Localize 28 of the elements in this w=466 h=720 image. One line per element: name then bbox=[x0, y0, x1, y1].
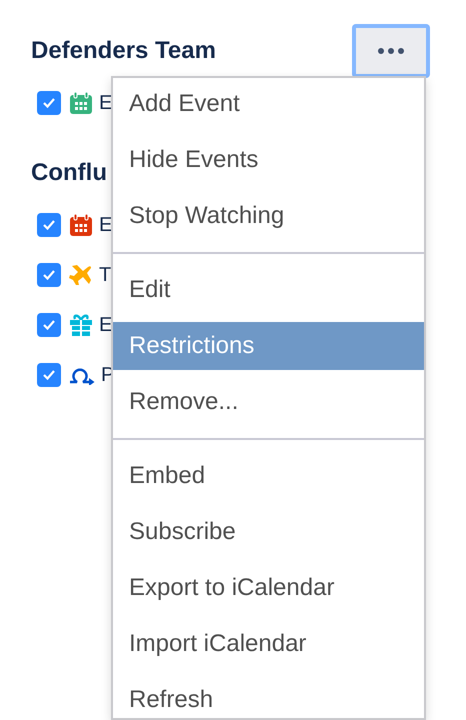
calendar-name[interactable]: E bbox=[99, 210, 112, 240]
menu-item[interactable]: Hide Events bbox=[113, 136, 424, 184]
menu-item[interactable]: Subscribe bbox=[113, 508, 424, 556]
checkbox[interactable] bbox=[37, 363, 61, 387]
menu-item[interactable]: Refresh bbox=[113, 676, 424, 718]
check-icon bbox=[42, 219, 56, 231]
more-button[interactable] bbox=[352, 24, 430, 78]
checkbox[interactable] bbox=[37, 313, 61, 337]
menu-item[interactable]: Remove... bbox=[113, 378, 424, 426]
calendar-name[interactable]: E bbox=[99, 310, 112, 340]
section-heading: Conflu bbox=[31, 158, 107, 188]
menu-item[interactable]: Import iCalendar bbox=[113, 620, 424, 668]
calendar-name[interactable]: E bbox=[99, 88, 112, 118]
checkbox[interactable] bbox=[37, 91, 61, 115]
menu-item[interactable]: Stop Watching bbox=[113, 192, 424, 240]
check-icon bbox=[42, 269, 56, 281]
section-heading: Defenders Team bbox=[31, 36, 216, 66]
checkbox[interactable] bbox=[37, 213, 61, 237]
check-icon bbox=[42, 97, 56, 109]
menu-item[interactable]: Export to iCalendar bbox=[113, 564, 424, 612]
menu-item[interactable]: Add Event bbox=[113, 80, 424, 128]
more-icon bbox=[377, 47, 405, 55]
checkbox[interactable] bbox=[37, 263, 61, 287]
check-icon bbox=[42, 319, 56, 331]
menu-item[interactable]: Edit bbox=[113, 266, 424, 314]
check-icon bbox=[42, 369, 56, 381]
calendar-name[interactable]: T bbox=[99, 260, 112, 290]
menu-item[interactable]: Embed bbox=[113, 452, 424, 500]
